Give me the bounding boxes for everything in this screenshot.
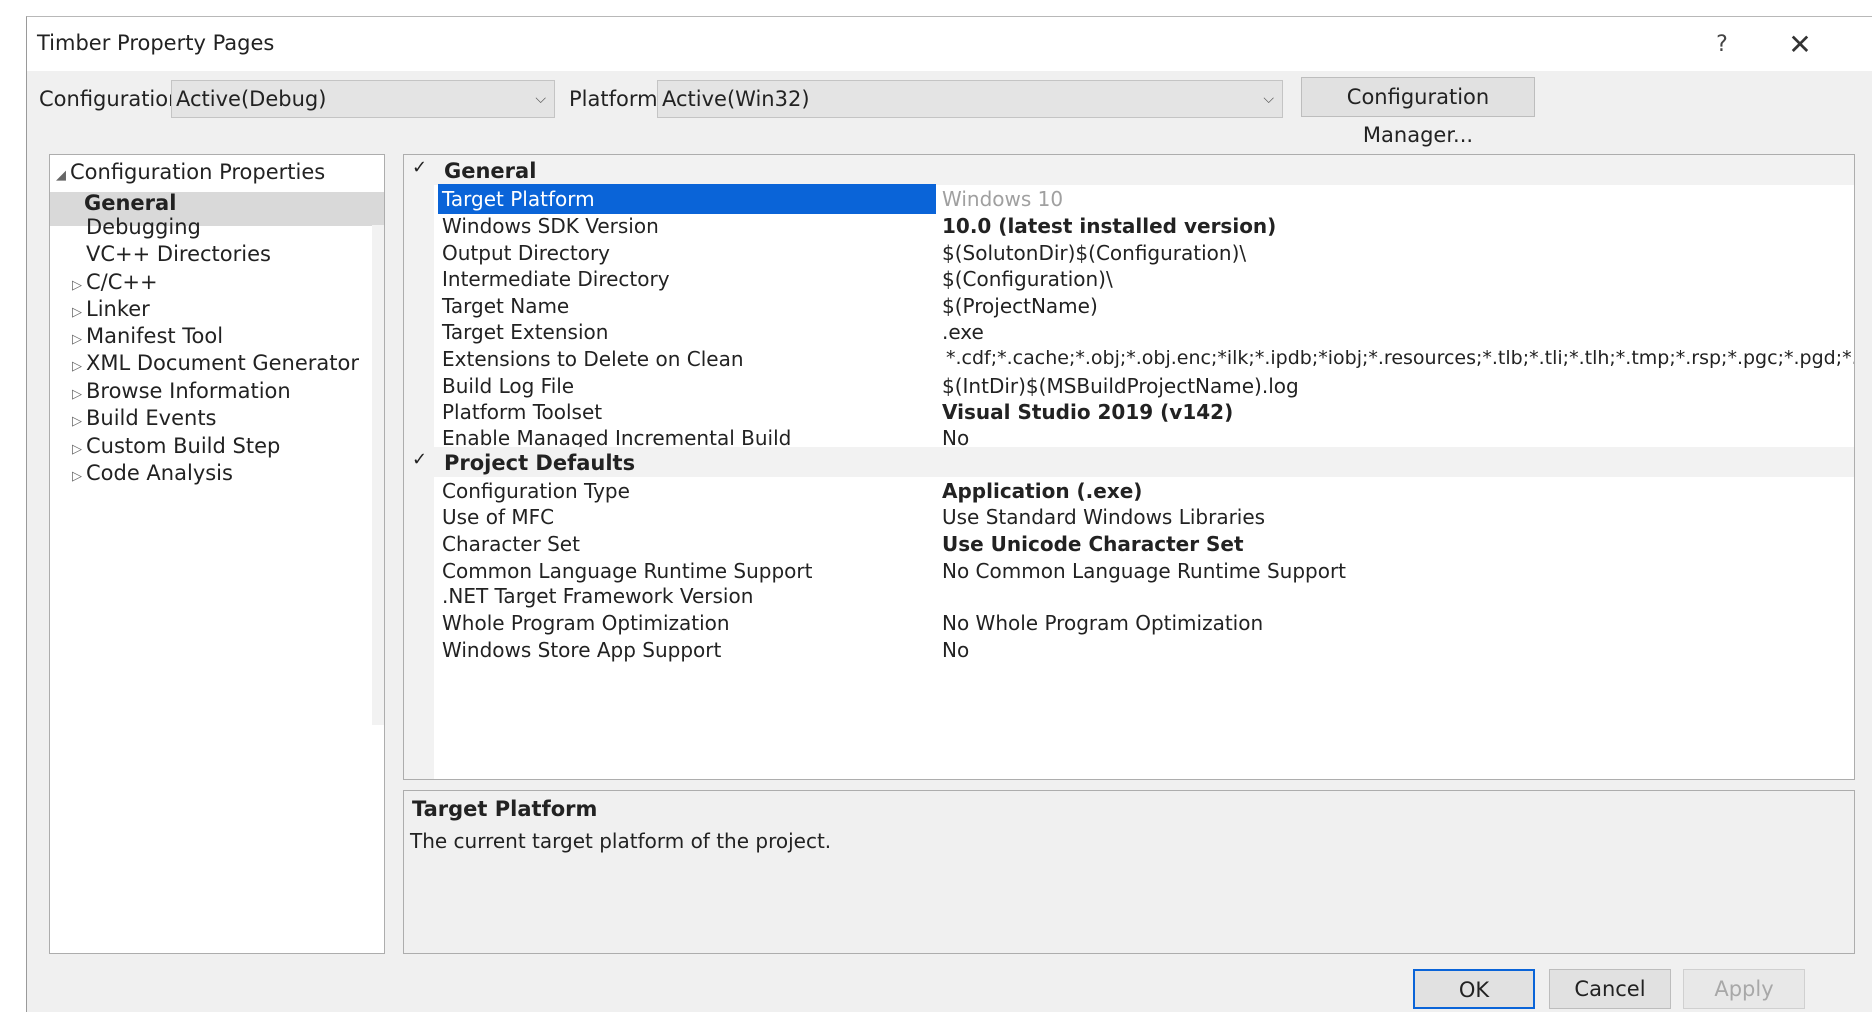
property-value-target-name[interactable]: $(ProjectName) xyxy=(942,294,1098,318)
platform-dropdown[interactable]: Active(Win32) ⌵ xyxy=(657,80,1283,118)
property-name-build-log-file[interactable]: Build Log File xyxy=(442,374,574,398)
chevron-down-icon: ⌵ xyxy=(1263,91,1274,107)
collapsed-triangle-icon: ▷ xyxy=(72,305,82,320)
property-value-build-log-file[interactable]: $(IntDir)$(MSBuildProjectName).log xyxy=(942,374,1299,398)
property-value-extensions-to-delete[interactable]: *.cdf;*.cache;*.obj;*.obj.enc;*ilk;*.ipd… xyxy=(946,347,1854,369)
category-label: Project Defaults xyxy=(444,451,636,475)
property-name-windows-store-app-support[interactable]: Windows Store App Support xyxy=(442,638,721,662)
ok-button[interactable]: OK xyxy=(1413,969,1535,1009)
category-general-header[interactable]: ✓ General xyxy=(404,155,1854,185)
collapsed-triangle-icon: ▷ xyxy=(72,442,82,457)
chevron-down-icon: ✓ xyxy=(412,449,428,470)
property-name-configuration-type[interactable]: Configuration Type xyxy=(442,479,630,503)
tree-item-vc-directories[interactable]: VC++ Directories xyxy=(86,242,271,266)
window-title: Timber Property Pages xyxy=(37,31,275,55)
property-value-platform-toolset[interactable]: Visual Studio 2019 (v142) xyxy=(942,400,1233,424)
title-bar: Timber Property Pages ? ✕ xyxy=(27,17,1872,71)
collapsed-triangle-icon: ▷ xyxy=(72,278,82,293)
category-label: General xyxy=(444,159,537,183)
configuration-label: Configuration: xyxy=(39,87,189,111)
property-pages-window: Timber Property Pages ? ✕ Configuration:… xyxy=(26,16,1872,1012)
property-name-target-extension[interactable]: Target Extension xyxy=(442,320,608,344)
tree-item-manifest-tool[interactable]: ▷ Manifest Tool xyxy=(72,324,223,348)
property-value-clr-support[interactable]: No Common Language Runtime Support xyxy=(942,559,1346,583)
expanded-triangle-icon: ◢ xyxy=(56,168,66,183)
cancel-button[interactable]: Cancel xyxy=(1549,969,1671,1009)
tree-root-configuration-properties[interactable]: ◢ Configuration Properties xyxy=(56,160,325,184)
collapsed-triangle-icon: ▷ xyxy=(72,469,82,484)
property-value-windows-sdk-version[interactable]: 10.0 (latest installed version) xyxy=(942,214,1276,238)
property-value-target-extension[interactable]: .exe xyxy=(942,320,984,344)
property-name-extensions-to-delete[interactable]: Extensions to Delete on Clean xyxy=(442,347,744,371)
tree-item-build-events[interactable]: ▷ Build Events xyxy=(72,406,217,430)
tree-item-linker[interactable]: ▷ Linker xyxy=(72,297,150,321)
chevron-down-icon: ✓ xyxy=(412,157,428,178)
tree-item-debugging[interactable]: Debugging xyxy=(86,215,201,239)
configuration-dropdown[interactable]: Active(Debug) ⌵ xyxy=(171,80,555,118)
property-value-whole-program-optimization[interactable]: No Whole Program Optimization xyxy=(942,611,1263,635)
property-value-output-directory[interactable]: $(SolutonDir)$(Configuration)\ xyxy=(942,241,1246,265)
apply-button[interactable]: Apply xyxy=(1683,969,1805,1009)
tree-item-code-analysis[interactable]: ▷ Code Analysis xyxy=(72,461,233,485)
configuration-manager-button[interactable]: Configuration Manager... xyxy=(1301,77,1535,147)
tree-item-c-cpp[interactable]: ▷ C/C++ xyxy=(72,270,158,294)
collapsed-triangle-icon: ▷ xyxy=(72,414,82,429)
collapsed-triangle-icon: ▷ xyxy=(72,359,82,374)
property-name-character-set[interactable]: Character Set xyxy=(442,532,580,556)
description-title: Target Platform xyxy=(412,797,598,821)
collapsed-triangle-icon: ▷ xyxy=(72,387,82,402)
property-name-use-of-mfc[interactable]: Use of MFC xyxy=(442,505,554,529)
property-name-platform-toolset[interactable]: Platform Toolset xyxy=(442,400,602,424)
property-name-windows-sdk-version[interactable]: Windows SDK Version xyxy=(442,214,659,238)
close-button[interactable]: ✕ xyxy=(1780,27,1820,63)
property-value-windows-store-app-support[interactable]: No xyxy=(942,638,969,662)
help-button[interactable]: ? xyxy=(1702,27,1742,63)
property-value-use-of-mfc[interactable]: Use Standard Windows Libraries xyxy=(942,505,1265,529)
property-value-intermediate-directory[interactable]: $(Configuration)\ xyxy=(942,267,1113,291)
platform-value: Active(Win32) xyxy=(662,87,810,111)
property-name-target-name[interactable]: Target Name xyxy=(442,294,569,318)
collapsed-triangle-icon: ▷ xyxy=(72,332,82,347)
property-name-clr-support[interactable]: Common Language Runtime Support xyxy=(442,559,812,583)
tree-item-xml-document-generator[interactable]: ▷ XML Document Generator xyxy=(72,351,359,375)
configuration-tree: ◢ Configuration Properties General Debugg… xyxy=(49,154,385,954)
configuration-value: Active(Debug) xyxy=(176,87,327,111)
property-name-target-platform[interactable]: Target Platform xyxy=(442,187,595,211)
description-text: The current target platform of the proje… xyxy=(410,829,832,853)
tree-item-browse-information[interactable]: ▷ Browse Information xyxy=(72,379,291,403)
property-name-whole-program-optimization[interactable]: Whole Program Optimization xyxy=(442,611,730,635)
property-value-character-set[interactable]: Use Unicode Character Set xyxy=(942,532,1244,556)
property-value-configuration-type[interactable]: Application (.exe) xyxy=(942,479,1142,503)
tree-scrollbar-track[interactable] xyxy=(372,225,384,725)
platform-label: Platform: xyxy=(569,87,665,111)
property-name-intermediate-directory[interactable]: Intermediate Directory xyxy=(442,267,670,291)
chevron-down-icon: ⌵ xyxy=(535,91,546,107)
property-value-target-platform[interactable]: Windows 10 xyxy=(942,187,1063,211)
tree-item-custom-build-step[interactable]: ▷ Custom Build Step xyxy=(72,434,280,458)
category-project-defaults-header[interactable]: ✓ Project Defaults xyxy=(404,447,1854,477)
property-name-output-directory[interactable]: Output Directory xyxy=(442,241,610,265)
property-grid: ✓ General Target Platform Windows 10 Win… xyxy=(403,154,1855,780)
property-name-net-target-framework[interactable]: .NET Target Framework Version xyxy=(442,584,753,608)
description-pane: Target Platform The current target platf… xyxy=(403,790,1855,954)
